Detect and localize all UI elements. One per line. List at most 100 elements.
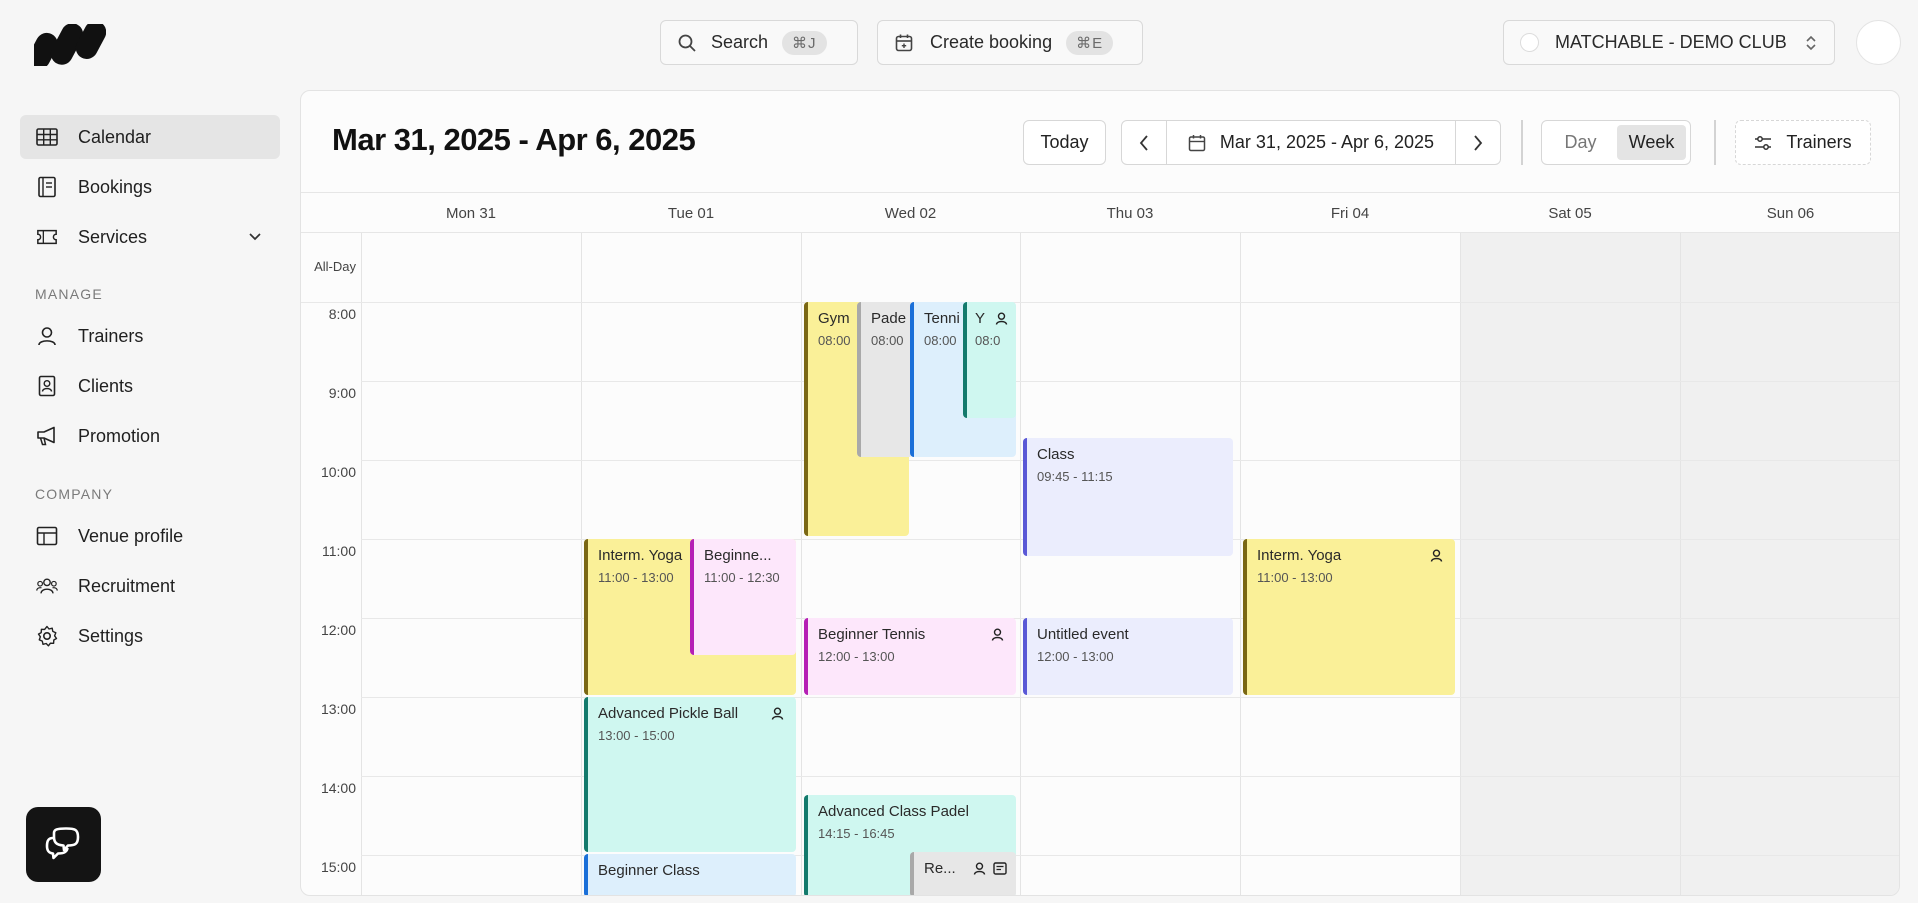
- event-accent: [804, 618, 808, 695]
- event-time: 08:00: [871, 333, 904, 348]
- chat-bubbles-icon: [45, 826, 79, 859]
- chat-support-button[interactable]: [26, 807, 101, 882]
- day-header-thu: Thu 03: [1106, 204, 1154, 222]
- sidebar-item-label: Clients: [78, 375, 134, 396]
- matchable-logo[interactable]: [34, 24, 106, 66]
- page-title: Mar 31, 2025 - Apr 6, 2025: [332, 122, 696, 157]
- time-label: 10:00: [320, 464, 356, 480]
- event-accent: [910, 852, 914, 895]
- day-header-row: Mon 31 Tue 01 Wed 02 Thu 03 Fri 04 Sat 0…: [301, 192, 1899, 233]
- sidebar-item-label: Bookings: [78, 176, 153, 197]
- view-day-button[interactable]: Day: [1546, 125, 1615, 160]
- trainers-filter-label: Trainers: [1786, 132, 1852, 152]
- trainer-icon: [771, 707, 784, 720]
- event-yoga[interactable]: Y 08:0: [963, 302, 1016, 418]
- event-accent: [584, 539, 588, 695]
- sidebar-item-settings[interactable]: Settings: [20, 614, 280, 658]
- event-padel[interactable]: Pade 08:00: [857, 302, 913, 457]
- sidebar-item-venue-profile[interactable]: Venue profile: [20, 514, 280, 558]
- time-label: 9:00: [328, 385, 356, 401]
- grid-line: [1460, 233, 1461, 895]
- event-time: 14:15 - 16:45: [818, 826, 895, 841]
- calendar-grid-icon: [36, 126, 58, 148]
- event-beginner-tennis[interactable]: Beginner Tennis 12:00 - 13:00: [804, 618, 1016, 695]
- date-range-label: Mar 31, 2025 - Apr 6, 2025: [1219, 132, 1435, 152]
- event-time: 11:00 - 12:30: [704, 570, 780, 585]
- grid-line: [801, 233, 802, 895]
- view-week-button[interactable]: Week: [1617, 125, 1686, 160]
- event-time: 11:00 - 13:00: [1257, 570, 1333, 585]
- event-accent: [584, 854, 588, 895]
- trainers-filter-button[interactable]: Trainers: [1735, 120, 1871, 165]
- megaphone-icon: [36, 425, 58, 447]
- event-accent: [963, 302, 967, 418]
- calendar-plus-icon: [895, 34, 913, 51]
- event-beginner-class[interactable]: Beginner Class: [584, 854, 796, 895]
- view-toggle: Day Week: [1541, 120, 1691, 165]
- event-title: Beginner Tennis: [818, 626, 926, 643]
- event-interm-yoga[interactable]: Interm. Yoga 11:00 - 13:00: [1243, 539, 1455, 695]
- sidebar-item-calendar[interactable]: Calendar: [20, 115, 280, 159]
- today-button[interactable]: Today: [1023, 120, 1106, 165]
- trainer-icon: [973, 862, 986, 875]
- event-time: 12:00 - 13:00: [818, 649, 895, 664]
- calendar-panel: Mar 31, 2025 - Apr 6, 2025 Today Mar 31,…: [300, 90, 1900, 896]
- time-label: 8:00: [328, 306, 356, 322]
- event-title: Pade: [871, 310, 907, 327]
- grid-line: [581, 233, 582, 895]
- next-week-button[interactable]: [1456, 121, 1500, 164]
- event-accent: [910, 302, 914, 457]
- trainer-icon: [991, 628, 1004, 641]
- search-button[interactable]: Search ⌘J: [660, 20, 858, 65]
- time-label: 15:00: [320, 859, 356, 875]
- club-logo: [1520, 33, 1539, 52]
- event-title: Advanced Class Padel: [818, 803, 969, 820]
- search-icon: [678, 34, 696, 52]
- layout-icon: [36, 525, 58, 547]
- day-header-mon: Mon 31: [445, 204, 497, 222]
- chevron-left-icon: [1139, 134, 1148, 151]
- event-accent: [1243, 539, 1247, 695]
- event-beginner[interactable]: Beginne... 11:00 - 12:30: [690, 539, 796, 655]
- event-untitled[interactable]: Untitled event 12:00 - 13:00: [1023, 618, 1233, 695]
- event-re[interactable]: Re...: [910, 852, 1016, 895]
- club-selector[interactable]: MATCHABLE - DEMO CLUB: [1503, 20, 1835, 65]
- time-label: 12:00: [320, 622, 356, 638]
- event-time: 08:0: [975, 333, 1001, 348]
- user-avatar[interactable]: [1856, 20, 1901, 65]
- sidebar-item-recruitment[interactable]: Recruitment: [20, 564, 280, 608]
- grid-line: [301, 302, 1899, 303]
- gear-icon: [36, 625, 58, 647]
- day-header-sun: Sun 06: [1766, 204, 1815, 222]
- create-booking-button[interactable]: Create booking ⌘E: [877, 20, 1143, 65]
- calendar-icon: [1188, 134, 1206, 151]
- create-booking-shortcut: ⌘E: [1066, 30, 1114, 55]
- chevron-down-icon[interactable]: [248, 229, 262, 243]
- sidebar-item-label: Recruitment: [78, 575, 176, 596]
- sidebar-item-bookings[interactable]: Bookings: [20, 165, 280, 209]
- grid-line: [1680, 233, 1681, 895]
- club-name: MATCHABLE - DEMO CLUB: [1555, 32, 1787, 52]
- event-advanced-pickle-ball[interactable]: Advanced Pickle Ball 13:00 - 15:00: [584, 697, 796, 852]
- ticket-icon: [36, 226, 58, 248]
- grid-line: [1020, 233, 1021, 895]
- contact-card-icon: [36, 375, 58, 397]
- event-accent: [1023, 618, 1027, 695]
- event-class[interactable]: Class 09:45 - 11:15: [1023, 438, 1233, 556]
- day-header-tue: Tue 01: [667, 204, 715, 222]
- previous-week-button[interactable]: [1122, 121, 1166, 164]
- date-range-picker[interactable]: Mar 31, 2025 - Apr 6, 2025: [1166, 121, 1456, 164]
- sidebar-item-clients[interactable]: Clients: [20, 364, 280, 408]
- sidebar-item-trainers[interactable]: Trainers: [20, 314, 280, 358]
- trainer-icon: [1430, 549, 1443, 562]
- section-manage: MANAGE: [35, 286, 103, 302]
- day-header-sat: Sat 05: [1548, 204, 1592, 222]
- chevron-right-icon: [1474, 134, 1483, 151]
- sidebar-item-label: Promotion: [78, 425, 161, 446]
- section-company: COMPANY: [35, 486, 114, 502]
- sidebar-item-promotion[interactable]: Promotion: [20, 414, 280, 458]
- create-booking-label: Create booking: [930, 32, 1053, 52]
- sidebar-item-services[interactable]: Services: [20, 215, 280, 259]
- sidebar-item-label: Trainers: [78, 325, 144, 346]
- event-title: Advanced Pickle Ball: [598, 705, 739, 722]
